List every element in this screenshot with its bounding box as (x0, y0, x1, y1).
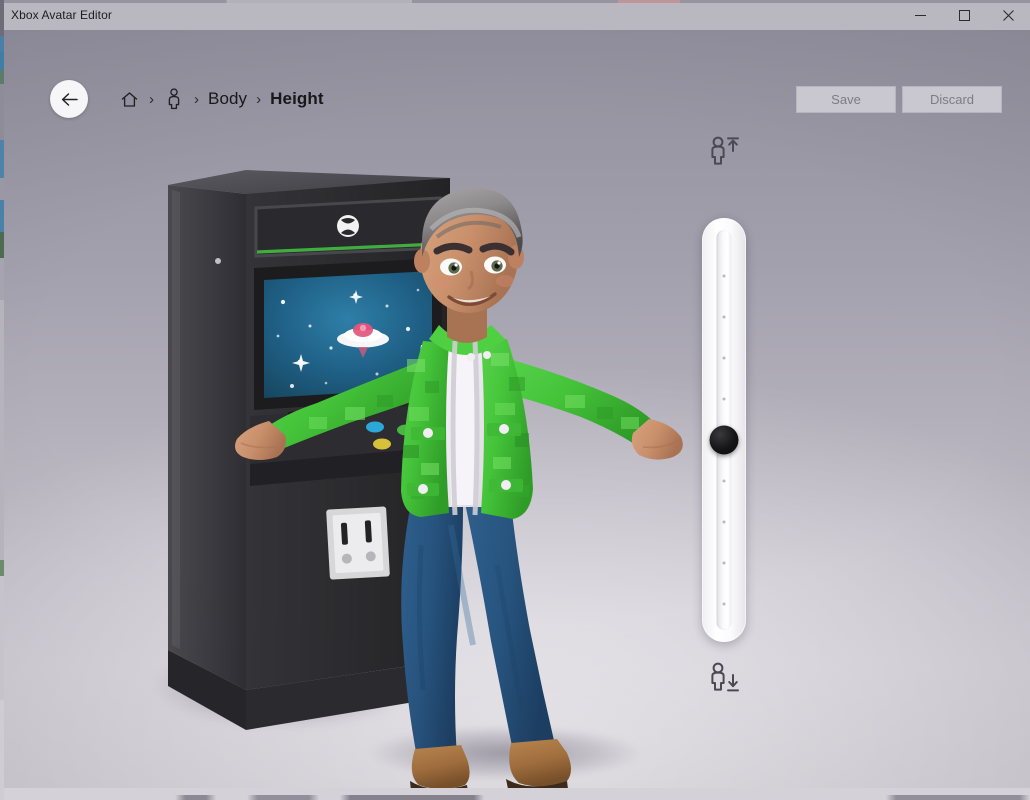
breadcrumb-separator: › (149, 90, 154, 108)
minimize-button[interactable] (898, 0, 942, 30)
breadcrumb: › › Body › Height (118, 80, 324, 118)
editor-top-bar: › › Body › Height Save Discard (0, 30, 1030, 118)
avatar-head (414, 188, 524, 313)
maximize-icon (958, 9, 970, 21)
avatar-person-icon (168, 88, 180, 110)
save-button[interactable]: Save (796, 86, 896, 113)
breadcrumb-separator: › (256, 90, 262, 108)
back-arrow-icon (61, 92, 78, 106)
slider-tick (722, 274, 726, 278)
editor-canvas: › › Body › Height Save Discard (0, 30, 1030, 788)
slider-tick (722, 315, 726, 319)
jacket-button (418, 484, 428, 494)
person-shorter-icon[interactable] (707, 661, 741, 700)
height-slider-track[interactable] (702, 218, 746, 642)
title-bar: Xbox Avatar Editor (0, 0, 1030, 30)
person-taller-icon[interactable] (707, 135, 741, 174)
jacket-button (423, 428, 433, 438)
avatar-boot-right (506, 739, 571, 788)
app-window: Xbox Avatar Editor › › Body › Height Sav… (0, 0, 1030, 800)
breadcrumb-body[interactable]: Body (208, 89, 247, 109)
slider-tick (722, 520, 726, 524)
maximize-button[interactable] (942, 0, 986, 30)
height-slider-thumb[interactable] (709, 425, 739, 455)
window-title: Xbox Avatar Editor (11, 8, 112, 22)
title-bar-top-edge (0, 0, 1030, 3)
back-button[interactable] (50, 80, 88, 118)
discard-button[interactable]: Discard (902, 86, 1002, 113)
window-controls (898, 0, 1030, 30)
jacket-button (499, 424, 509, 434)
slider-tick (722, 479, 726, 483)
action-buttons: Save Discard (796, 86, 1002, 113)
height-slider-control[interactable] (688, 130, 760, 700)
slider-tick (722, 602, 726, 606)
slider-tick (722, 356, 726, 360)
breadcrumb-home[interactable] (118, 85, 140, 113)
close-icon (1002, 9, 1014, 21)
slider-tick (722, 397, 726, 401)
minimize-icon (914, 14, 926, 16)
background-window-sliver (0, 0, 4, 800)
avatar-figure[interactable] (225, 145, 695, 788)
jacket-button (501, 480, 511, 490)
avatar-boot-left (410, 745, 470, 788)
breadcrumb-avatar[interactable] (163, 85, 185, 113)
home-icon (121, 91, 137, 107)
slider-tick (722, 561, 726, 565)
breadcrumb-separator: › (194, 90, 199, 108)
bottom-taskbar-strip (0, 788, 1030, 800)
breadcrumb-height: Height (270, 89, 324, 108)
close-button[interactable] (986, 0, 1030, 30)
taskbar-partial-content (0, 795, 1030, 800)
